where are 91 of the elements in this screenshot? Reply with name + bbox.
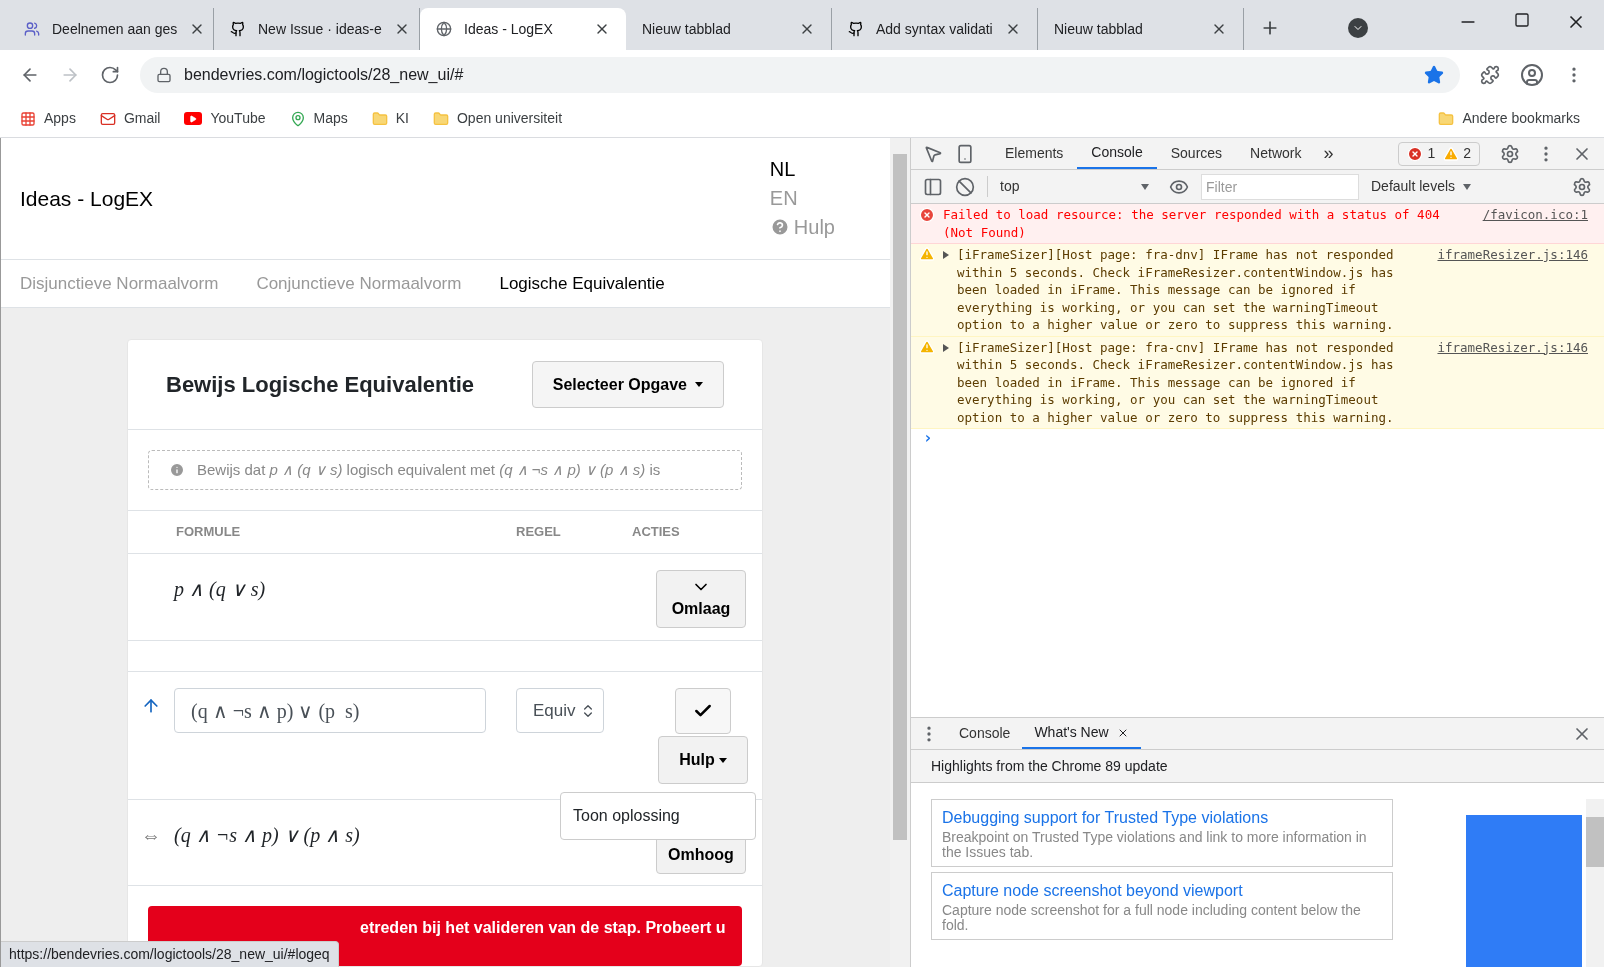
help-icon[interactable] <box>769 217 790 238</box>
issues-counter[interactable]: 1 2 <box>1398 141 1480 166</box>
bookmark[interactable]: Apps <box>20 108 80 129</box>
devtools-tab[interactable]: Network <box>1236 138 1316 169</box>
star-icon[interactable] <box>1424 65 1444 85</box>
filter-field[interactable]: Filter <box>1201 173 1359 200</box>
folder-icon <box>371 110 388 127</box>
message-source-link[interactable]: /favicon.ico:1 <box>1482 206 1588 241</box>
formula-input[interactable]: (q ∧ ¬s ∧ p) ∨ (p s) <box>174 688 486 733</box>
message-source-link[interactable]: iframeResizer.js:146 <box>1437 338 1588 426</box>
cat-icon <box>230 21 246 37</box>
message-source-link[interactable]: iframeResizer.js:146 <box>1437 246 1588 334</box>
news-title: Debugging support for Trusted Type violations <box>942 808 1270 828</box>
news-card[interactable]: Debugging support for Trusted Type violations Breakpoint on Trusted Type violations and link to more information in the Issues tab. <box>931 799 1393 867</box>
play-icon <box>184 112 203 125</box>
folder-icon <box>1438 110 1455 127</box>
url-text: bendevries.com/logictools/28_new_ui/# <box>184 65 465 85</box>
expand-triangle-icon[interactable] <box>943 343 949 352</box>
globe-icon <box>436 21 452 37</box>
move-down-button[interactable]: Omlaag <box>656 570 746 628</box>
people-icon <box>24 21 40 37</box>
warning-icon <box>1443 145 1460 162</box>
log-levels-dropdown[interactable]: Default levels <box>1371 176 1472 197</box>
column-header: REGEL <box>516 523 562 542</box>
profile-icon[interactable] <box>1520 63 1544 87</box>
column-header: FORMULE <box>176 523 242 542</box>
address-bar[interactable]: bendevries.com/logictools/28_new_ui/# <box>140 57 1460 93</box>
bookmark[interactable]: Gmail <box>99 108 165 129</box>
bookmark[interactable]: Maps <box>289 108 352 129</box>
language-link[interactable]: NL <box>769 154 835 184</box>
card-title: Bewijs Logische Equivalentie <box>166 371 476 399</box>
settings-icon[interactable] <box>1500 143 1520 164</box>
error-icon <box>1407 145 1424 162</box>
maximize-icon[interactable] <box>1514 12 1530 28</box>
devtools-tab[interactable]: Elements <box>991 138 1078 169</box>
tab-title: Deelnemen aan ges <box>52 19 178 39</box>
console-prompt[interactable]: › <box>911 429 1604 447</box>
reload-icon[interactable] <box>100 65 120 85</box>
browser-tab[interactable]: Ideas - LogEX <box>420 8 626 50</box>
tab-title: Nieuw tabblad <box>642 19 732 39</box>
bookmark[interactable]: KI <box>371 108 413 129</box>
folder-icon <box>432 110 449 127</box>
check-button[interactable] <box>675 688 731 734</box>
sidebar-icon[interactable] <box>923 176 943 197</box>
warning-icon <box>919 246 935 262</box>
bookmark[interactable]: YouTube <box>184 108 270 129</box>
column-header: ACTIES <box>632 523 680 542</box>
formula-text: (q ∧ ¬s ∧ p) ∨ (p ∧ s) <box>174 823 361 849</box>
help-dropdown-button[interactable]: Hulp <box>658 736 748 784</box>
tab-title: New Issue · ideas-e <box>258 19 382 39</box>
expand-triangle-icon[interactable] <box>943 251 949 259</box>
extensions-icon[interactable] <box>1480 65 1500 85</box>
clear-icon[interactable] <box>955 176 975 197</box>
message-text: Failed to load resource: the server responded with a status of 404 (Not Found) <box>943 206 1441 241</box>
message-text: [iFrameSizer][Host page: fra-dnv] IFrame has not responded within 5 seconds. Check iFrameResizer.contentWindow.js has been loaded in iFrame. This message can be ignored if everything is working, or you can set the warningTimeout option to a higher value or zero to suppress this warning. <box>957 246 1395 334</box>
envelope-icon <box>99 110 116 127</box>
apps-icon <box>20 110 36 127</box>
tab-search-icon[interactable] <box>1348 18 1368 38</box>
news-description: Capture node screenshot for a full node including content below the fold. <box>942 903 1362 933</box>
news-description: Breakpoint on Trusted Type violations and link to more information in the Issues tab. <box>942 830 1368 860</box>
message-text: [iFrameSizer][Host page: fra-cnv] IFrame has not responded within 5 seconds. Check iFrameResizer.contentWindow.js has been loaded in iFrame. This message can be ignored if everything is working, or you can set the warningTimeout option to a higher value or zero to suppress this warning. <box>957 338 1395 426</box>
equivalence-symbol: ⇔ <box>141 823 161 848</box>
drawer-header: Highlights from the Chrome 89 update <box>911 750 1604 783</box>
info-icon <box>169 462 185 478</box>
other-bookmarks[interactable]: Andere bookmarks <box>1438 108 1580 129</box>
drawer-tab[interactable]: Console <box>947 718 1023 749</box>
scrollbar[interactable] <box>1586 799 1604 967</box>
problem-statement: Bewijs dat p ∧ (q ∨ s) logisch equivalent met (q ∧ ¬s ∧ p) ∨ (p ∧ s) is <box>148 450 742 490</box>
tab-title: Ideas - LogEX <box>464 19 554 39</box>
rule-select[interactable]: Equiv <box>516 688 604 733</box>
news-card[interactable]: Capture node screenshot beyond viewport Capture node screenshot for a full node including content below the fold. <box>931 872 1393 940</box>
status-url: https://bendevries.com/logictools/28_new_ui/#logeq <box>1 941 339 967</box>
warning-icon <box>919 338 935 355</box>
select-exercise-button[interactable]: Selecteer Opgave <box>531 361 724 408</box>
lock-icon <box>156 67 172 83</box>
nav-link[interactable]: Logische Equivalentie <box>499 270 665 297</box>
formula-text: p ∧ (q ∨ s) <box>174 577 267 603</box>
map-pin-icon <box>289 110 306 127</box>
error-icon <box>919 207 935 223</box>
cat-icon <box>848 21 864 37</box>
context-select[interactable]: top <box>987 176 1157 197</box>
more-tabs-button[interactable]: » <box>1315 140 1342 167</box>
bookmark[interactable]: Open universiteit <box>432 108 567 129</box>
scrollbar[interactable] <box>890 138 910 967</box>
tab-title: Nieuw tabblad <box>1054 19 1144 39</box>
device-icon[interactable] <box>955 143 975 164</box>
tab-title: Add syntax validati <box>876 19 993 39</box>
devtools-tab[interactable]: Sources <box>1156 138 1237 169</box>
site-brand[interactable]: Ideas - LogEX <box>20 182 770 215</box>
news-title: Capture node screenshot beyond viewport <box>942 881 1244 901</box>
settings-icon[interactable] <box>1572 176 1592 197</box>
